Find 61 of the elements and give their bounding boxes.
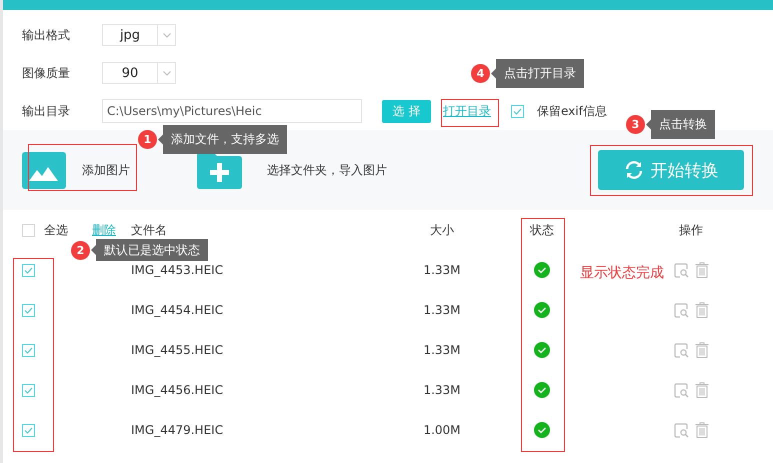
format-select[interactable]: jpg bbox=[102, 24, 176, 46]
file-size: 1.00M bbox=[422, 423, 462, 437]
select-all-checkbox[interactable] bbox=[22, 224, 35, 236]
trash-icon[interactable] bbox=[694, 422, 708, 438]
column-header: 状态 bbox=[529, 222, 555, 238]
file-name: IMG_4479.HEIC bbox=[131, 423, 224, 437]
annotation-box bbox=[441, 99, 499, 127]
field-label: 图像质量 bbox=[22, 64, 71, 82]
checkmark-icon bbox=[513, 108, 522, 114]
path-field[interactable]: C:\Users\my\Pictures\Heic bbox=[102, 99, 362, 123]
checkmark-icon bbox=[24, 346, 33, 354]
field-label: 输出目录 bbox=[22, 102, 71, 120]
file-size: 1.33M bbox=[422, 343, 462, 357]
checkbox-label: 保留exif信息 bbox=[537, 102, 607, 120]
trash-icon[interactable] bbox=[694, 302, 708, 318]
step-badge: 4 bbox=[471, 64, 490, 83]
image-icon[interactable] bbox=[22, 152, 66, 188]
status-note: 显示状态完成 bbox=[580, 264, 664, 282]
callout-tooltip: 默认已是选中状态 bbox=[91, 239, 208, 261]
preview-icon[interactable] bbox=[674, 382, 688, 398]
step-badge: 3 bbox=[626, 115, 645, 134]
add-image-label[interactable]: 添加图片 bbox=[82, 162, 130, 178]
callout-tooltip: 点击转换 bbox=[646, 110, 715, 139]
checkmark-icon bbox=[24, 266, 33, 274]
callout-tooltip: 添加文件，支持多选 bbox=[158, 125, 287, 154]
trash-icon[interactable] bbox=[694, 262, 708, 278]
chevron-down-icon bbox=[162, 70, 170, 76]
preview-icon[interactable] bbox=[674, 342, 688, 358]
row-checkbox[interactable] bbox=[22, 344, 35, 356]
quality-select[interactable]: 90 bbox=[102, 62, 176, 84]
row-checkbox[interactable] bbox=[22, 264, 35, 276]
trash-icon[interactable] bbox=[694, 342, 708, 358]
add-folder-label[interactable]: 选择文件夹，导入图片 bbox=[267, 162, 387, 178]
refresh-icon bbox=[624, 160, 644, 180]
preview-icon[interactable] bbox=[674, 262, 688, 278]
column-header: 操作 bbox=[678, 222, 704, 238]
callout-tooltip: 点击打开目录 bbox=[491, 59, 584, 88]
file-name: IMG_4454.HEIC bbox=[131, 303, 224, 317]
preview-icon[interactable] bbox=[674, 422, 688, 438]
file-size: 1.33M bbox=[422, 263, 462, 277]
folder-add-icon[interactable] bbox=[197, 152, 242, 188]
file-size: 1.33M bbox=[422, 303, 462, 317]
column-header: 文件名 bbox=[131, 222, 168, 238]
file-name: IMG_4455.HEIC bbox=[131, 343, 224, 357]
field-label: 输出格式 bbox=[22, 26, 71, 44]
checkmark-icon bbox=[24, 386, 33, 394]
checkmark-icon bbox=[24, 306, 33, 314]
chevron-down-icon bbox=[162, 32, 170, 38]
file-size: 1.33M bbox=[422, 383, 462, 397]
trash-icon[interactable] bbox=[694, 382, 708, 398]
row-checkbox[interactable] bbox=[22, 304, 35, 316]
exif-checkbox[interactable] bbox=[511, 104, 524, 118]
step-badge: 2 bbox=[71, 240, 90, 260]
preview-icon[interactable] bbox=[674, 302, 688, 318]
select-all-label: 全选 bbox=[44, 222, 68, 238]
checkmark-icon bbox=[24, 426, 33, 434]
file-name: IMG_4456.HEIC bbox=[131, 383, 224, 397]
row-checkbox[interactable] bbox=[22, 424, 35, 436]
row-checkbox[interactable] bbox=[22, 384, 35, 396]
column-header: 大小 bbox=[429, 222, 455, 238]
file-name: IMG_4453.HEIC bbox=[131, 263, 224, 277]
